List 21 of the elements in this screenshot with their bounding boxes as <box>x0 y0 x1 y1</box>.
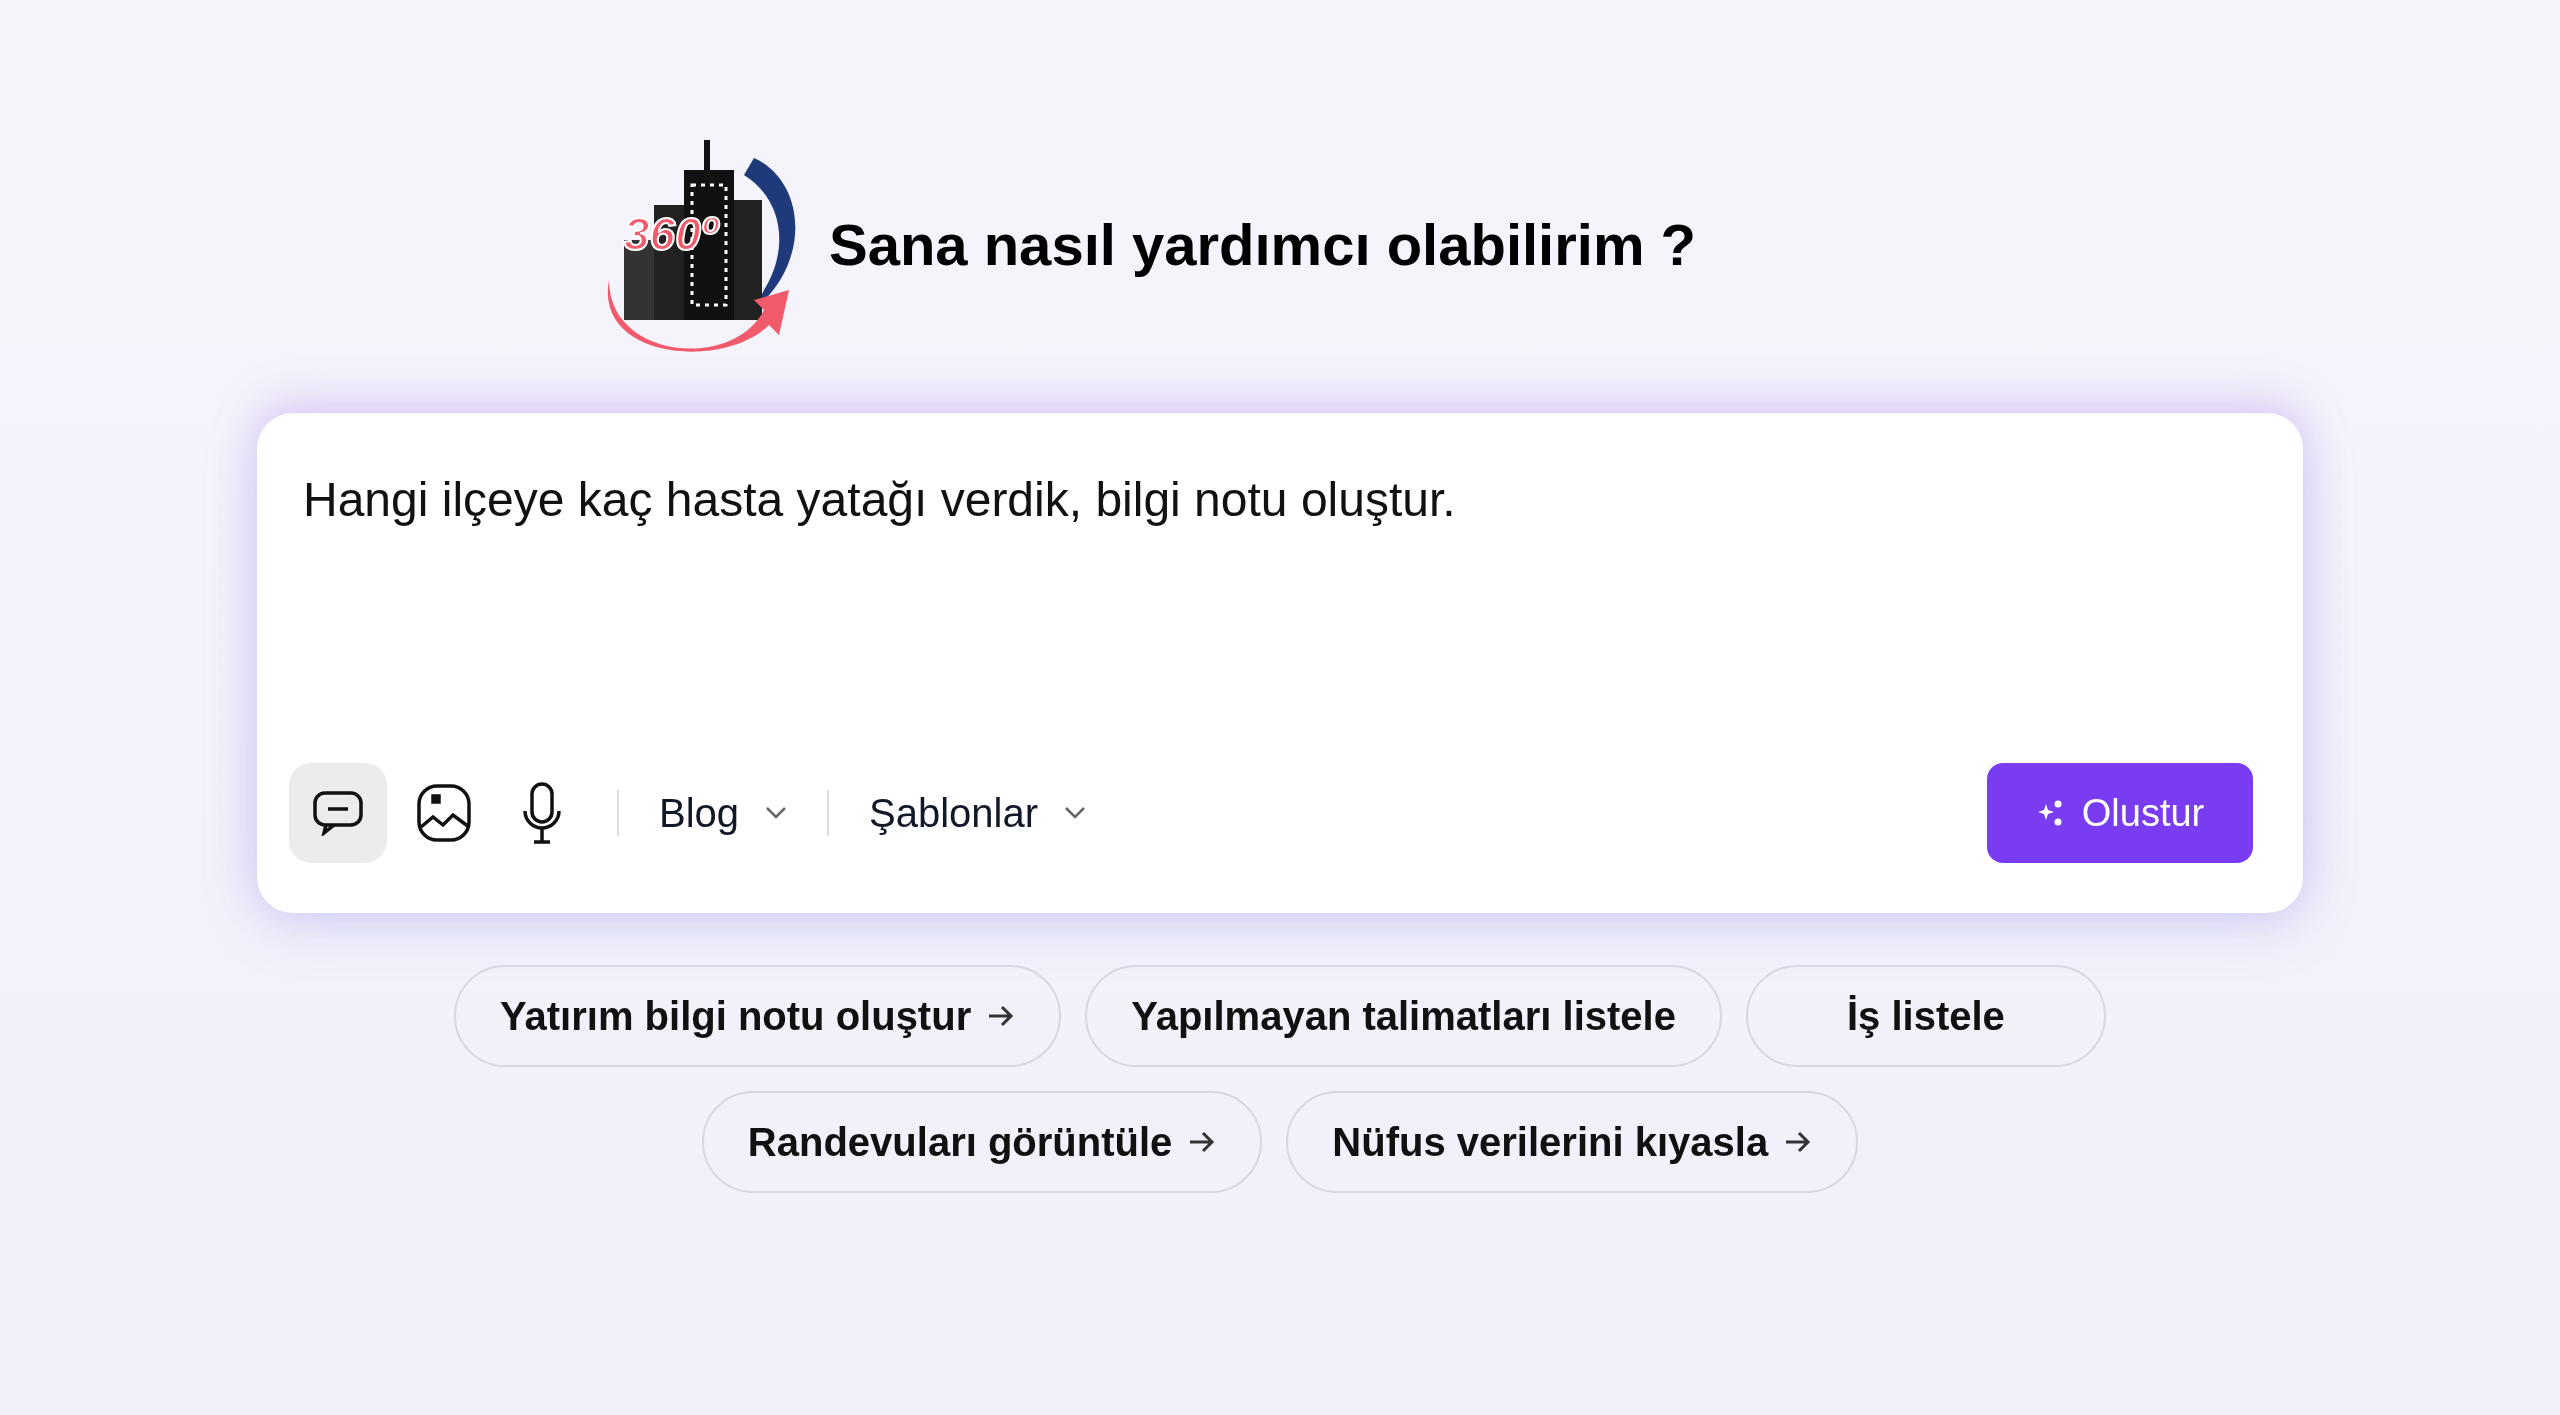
chevron-down-icon <box>765 806 788 820</box>
suggestion-chip[interactable]: Nüfus verilerini kıyasla <box>1286 1091 1859 1193</box>
dropdown-button[interactable]: Şablonlar <box>855 790 1101 836</box>
logo-text: 360º <box>623 208 718 260</box>
chat-icon <box>312 790 364 836</box>
dropdown-button[interactable]: Blog <box>645 790 802 836</box>
arrow-right-icon <box>987 1004 1016 1028</box>
arrow-right-icon <box>1784 1130 1813 1154</box>
arrow-right-icon <box>1188 1130 1217 1154</box>
chat-mode-button[interactable] <box>289 763 387 863</box>
prompt-field[interactable]: Hangi ilçeye kaç hasta yatağı verdik, bilgi notu oluştur. <box>289 471 2253 763</box>
microphone-icon <box>522 781 562 845</box>
create-button[interactable]: Olustur <box>1987 763 2253 863</box>
suggestion-chip[interactable]: İş listele <box>1745 965 2106 1067</box>
page-heading: Sana nasıl yardımcı olabilirim ? <box>828 210 1697 278</box>
suggestion-chip[interactable]: Randevuları görüntüle <box>701 1091 1263 1193</box>
prompt-card[interactable]: Hangi ilçeye kaç hasta yatağı verdik, bilgi notu oluştur. Blog Şablonlar Olustur <box>257 413 2303 913</box>
suggestion-chip[interactable]: Yapılmayan talimatları listele <box>1085 965 1722 1067</box>
suggestion-chip[interactable]: Yatırım bilgi notu oluştur <box>454 965 1062 1067</box>
chevron-down-icon <box>1064 806 1087 820</box>
image-icon <box>416 783 472 843</box>
